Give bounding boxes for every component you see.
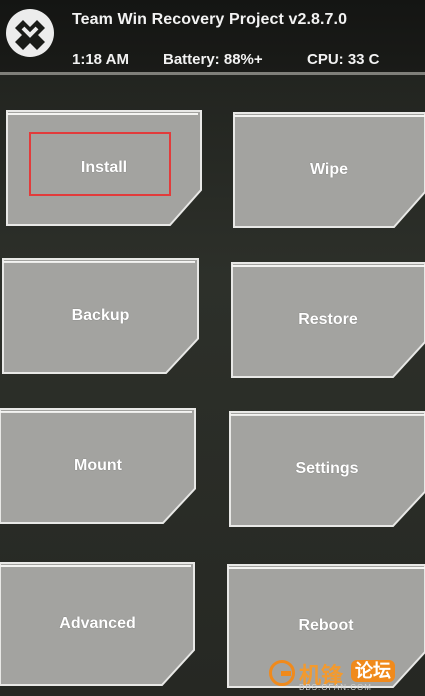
gfan-watermark: 机锋 论坛 BBS.GFAN.COM (269, 656, 419, 692)
clock-text: 1:18 AM (72, 51, 129, 68)
watermark-url: BBS.GFAN.COM (299, 683, 372, 692)
gfan-logo-icon (269, 660, 295, 686)
wipe-button[interactable]: Wipe (233, 112, 425, 228)
install-button[interactable]: Install (6, 110, 202, 226)
tile-shape (233, 112, 425, 228)
tile-shape (0, 562, 195, 686)
cpu-temperature: CPU: 33 C (307, 51, 380, 68)
advanced-button[interactable]: Advanced (0, 562, 195, 686)
app-title: Team Win Recovery Project v2.8.7.0 (72, 11, 348, 28)
twrp-logo-icon (6, 9, 54, 57)
tile-shape (231, 262, 425, 378)
battery-status: Battery: 88%+ (163, 51, 263, 68)
tile-shape (6, 110, 202, 226)
header-bar: Team Win Recovery Project v2.8.7.0 1:18 … (0, 0, 425, 74)
tile-shape (2, 258, 199, 374)
header-divider (0, 72, 425, 75)
backup-button[interactable]: Backup (2, 258, 199, 374)
restore-button[interactable]: Restore (231, 262, 425, 378)
settings-button[interactable]: Settings (229, 411, 425, 527)
mount-button[interactable]: Mount (0, 408, 196, 524)
twrp-main-screen: Team Win Recovery Project v2.8.7.0 1:18 … (0, 0, 425, 696)
watermark-secondary-text: 论坛 (351, 660, 395, 682)
tile-shape (0, 408, 196, 524)
tile-shape (229, 411, 425, 527)
